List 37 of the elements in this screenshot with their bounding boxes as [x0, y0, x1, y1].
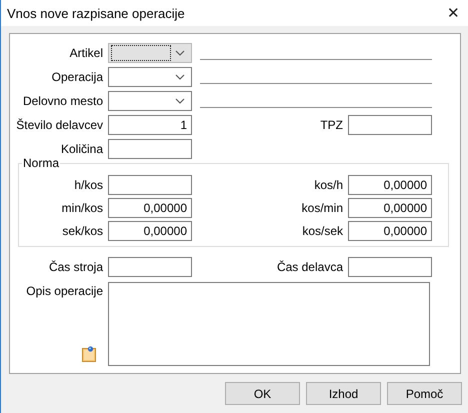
chevron-icon	[175, 50, 185, 56]
field-label: Čas stroja	[48, 260, 103, 274]
field-label: Čas delavca	[276, 260, 343, 274]
field-label: Število delavcev	[15, 118, 103, 132]
field-label: Količina	[60, 142, 103, 156]
close-icon[interactable]: ✕	[445, 4, 462, 22]
field-label: Operacija	[50, 70, 103, 84]
input-field[interactable]	[108, 139, 192, 159]
input-field[interactable]	[348, 257, 432, 277]
field-label: TPZ	[319, 118, 343, 132]
dialog-button[interactable]: OK	[225, 382, 300, 405]
input-field[interactable]: 0,00000	[108, 221, 192, 241]
field-label: kos/h	[313, 178, 343, 192]
input-field[interactable]: 0,00000	[348, 221, 432, 241]
group-title: Norma	[22, 156, 60, 170]
field-label: sek/kos	[61, 224, 103, 238]
window-title: Vnos nove razpisane operacije	[7, 6, 185, 20]
notepad-icon[interactable]	[81, 346, 97, 362]
field-label: min/kos	[60, 201, 103, 215]
input-field[interactable]	[108, 257, 192, 277]
chevron-icon	[175, 74, 185, 80]
field-label: Delovno mesto	[22, 94, 103, 108]
dialog-button[interactable]: Pomoč	[387, 382, 462, 405]
field-label: kos/min	[300, 201, 343, 215]
field-label: Artikel	[68, 46, 103, 60]
text-area[interactable]	[108, 282, 430, 366]
dialog-button[interactable]: Izhod	[306, 382, 381, 405]
input-field[interactable]: 0,00000	[348, 198, 432, 218]
field-label: kos/sek	[301, 224, 343, 238]
field-label: h/kos	[73, 178, 103, 192]
field-label: Opis operacije	[26, 284, 103, 298]
input-field[interactable]: 0,00000	[348, 175, 432, 195]
input-field[interactable]: 0,00000	[108, 198, 192, 218]
input-field[interactable]	[108, 175, 192, 195]
input-field[interactable]: 1	[108, 115, 192, 135]
input-field[interactable]	[348, 115, 432, 135]
chevron-icon	[175, 98, 185, 104]
